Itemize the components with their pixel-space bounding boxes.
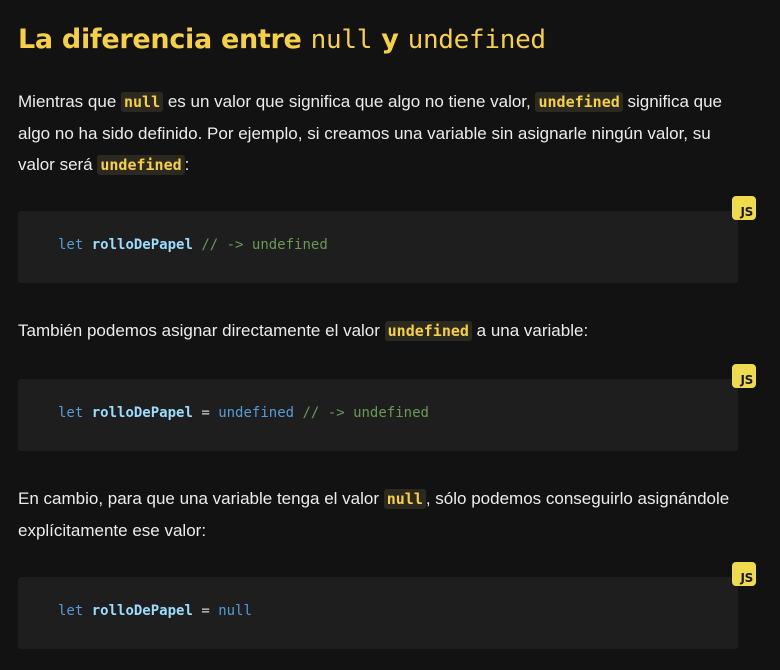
para-text: En cambio, para que una variable tenga e… xyxy=(18,489,384,508)
inline-code-undefined: undefined xyxy=(535,92,623,112)
code-operator: = xyxy=(201,603,210,619)
code-variable: rolloDePapel xyxy=(91,405,193,421)
code-comment: // -> undefined xyxy=(201,237,328,253)
code-line: let rolloDePapel = null xyxy=(58,603,252,619)
code-line: let rolloDePapel // -> undefined xyxy=(58,237,328,253)
heading-text-1: La diferencia entre xyxy=(18,24,311,55)
paragraph-assign-undefined: También podemos asignar directamente el … xyxy=(18,315,738,347)
js-language-badge: JS xyxy=(732,562,756,586)
code-block-1: JS let rolloDePapel // -> undefined xyxy=(18,196,756,283)
code-operator: = xyxy=(201,405,210,421)
inline-code-undefined: undefined xyxy=(384,321,472,341)
inline-code-undefined: undefined xyxy=(97,155,185,175)
code-block-3: JS let rolloDePapel = null xyxy=(18,562,756,649)
code-variable: rolloDePapel xyxy=(91,603,193,619)
code-keyword: let xyxy=(58,237,84,253)
heading-code-undefined: undefined xyxy=(407,25,546,55)
code-line: let rolloDePapel = undefined // -> undef… xyxy=(58,405,429,421)
article-section: La diferencia entre null y undefined Mie… xyxy=(0,0,780,670)
heading-text-2: y xyxy=(372,24,408,55)
para-text: También podemos asignar directamente el … xyxy=(18,321,385,340)
code-value: null xyxy=(218,603,252,619)
para-text: Mientras que xyxy=(18,92,121,111)
para-text: es un valor que significa que algo no ti… xyxy=(163,92,536,111)
paragraph-intro: Mientras que null es un valor que signif… xyxy=(18,86,738,181)
section-heading: La diferencia entre null y undefined xyxy=(18,24,546,55)
js-language-badge: JS xyxy=(732,364,756,388)
code-variable: rolloDePapel xyxy=(91,237,193,253)
inline-code-null: null xyxy=(383,489,426,509)
para-text: : xyxy=(184,155,190,174)
para-text: a una variable: xyxy=(471,321,589,340)
paragraph-null: En cambio, para que una variable tenga e… xyxy=(18,483,738,546)
code-block-2: JS let rolloDePapel = undefined // -> un… xyxy=(18,364,756,451)
js-language-badge: JS xyxy=(732,196,756,220)
code-keyword: let xyxy=(58,603,84,619)
code-keyword: let xyxy=(58,405,84,421)
code-value: undefined xyxy=(218,405,295,421)
code-comment: // -> undefined xyxy=(302,405,429,421)
heading-code-null: null xyxy=(310,25,373,55)
inline-code-null: null xyxy=(121,92,164,112)
